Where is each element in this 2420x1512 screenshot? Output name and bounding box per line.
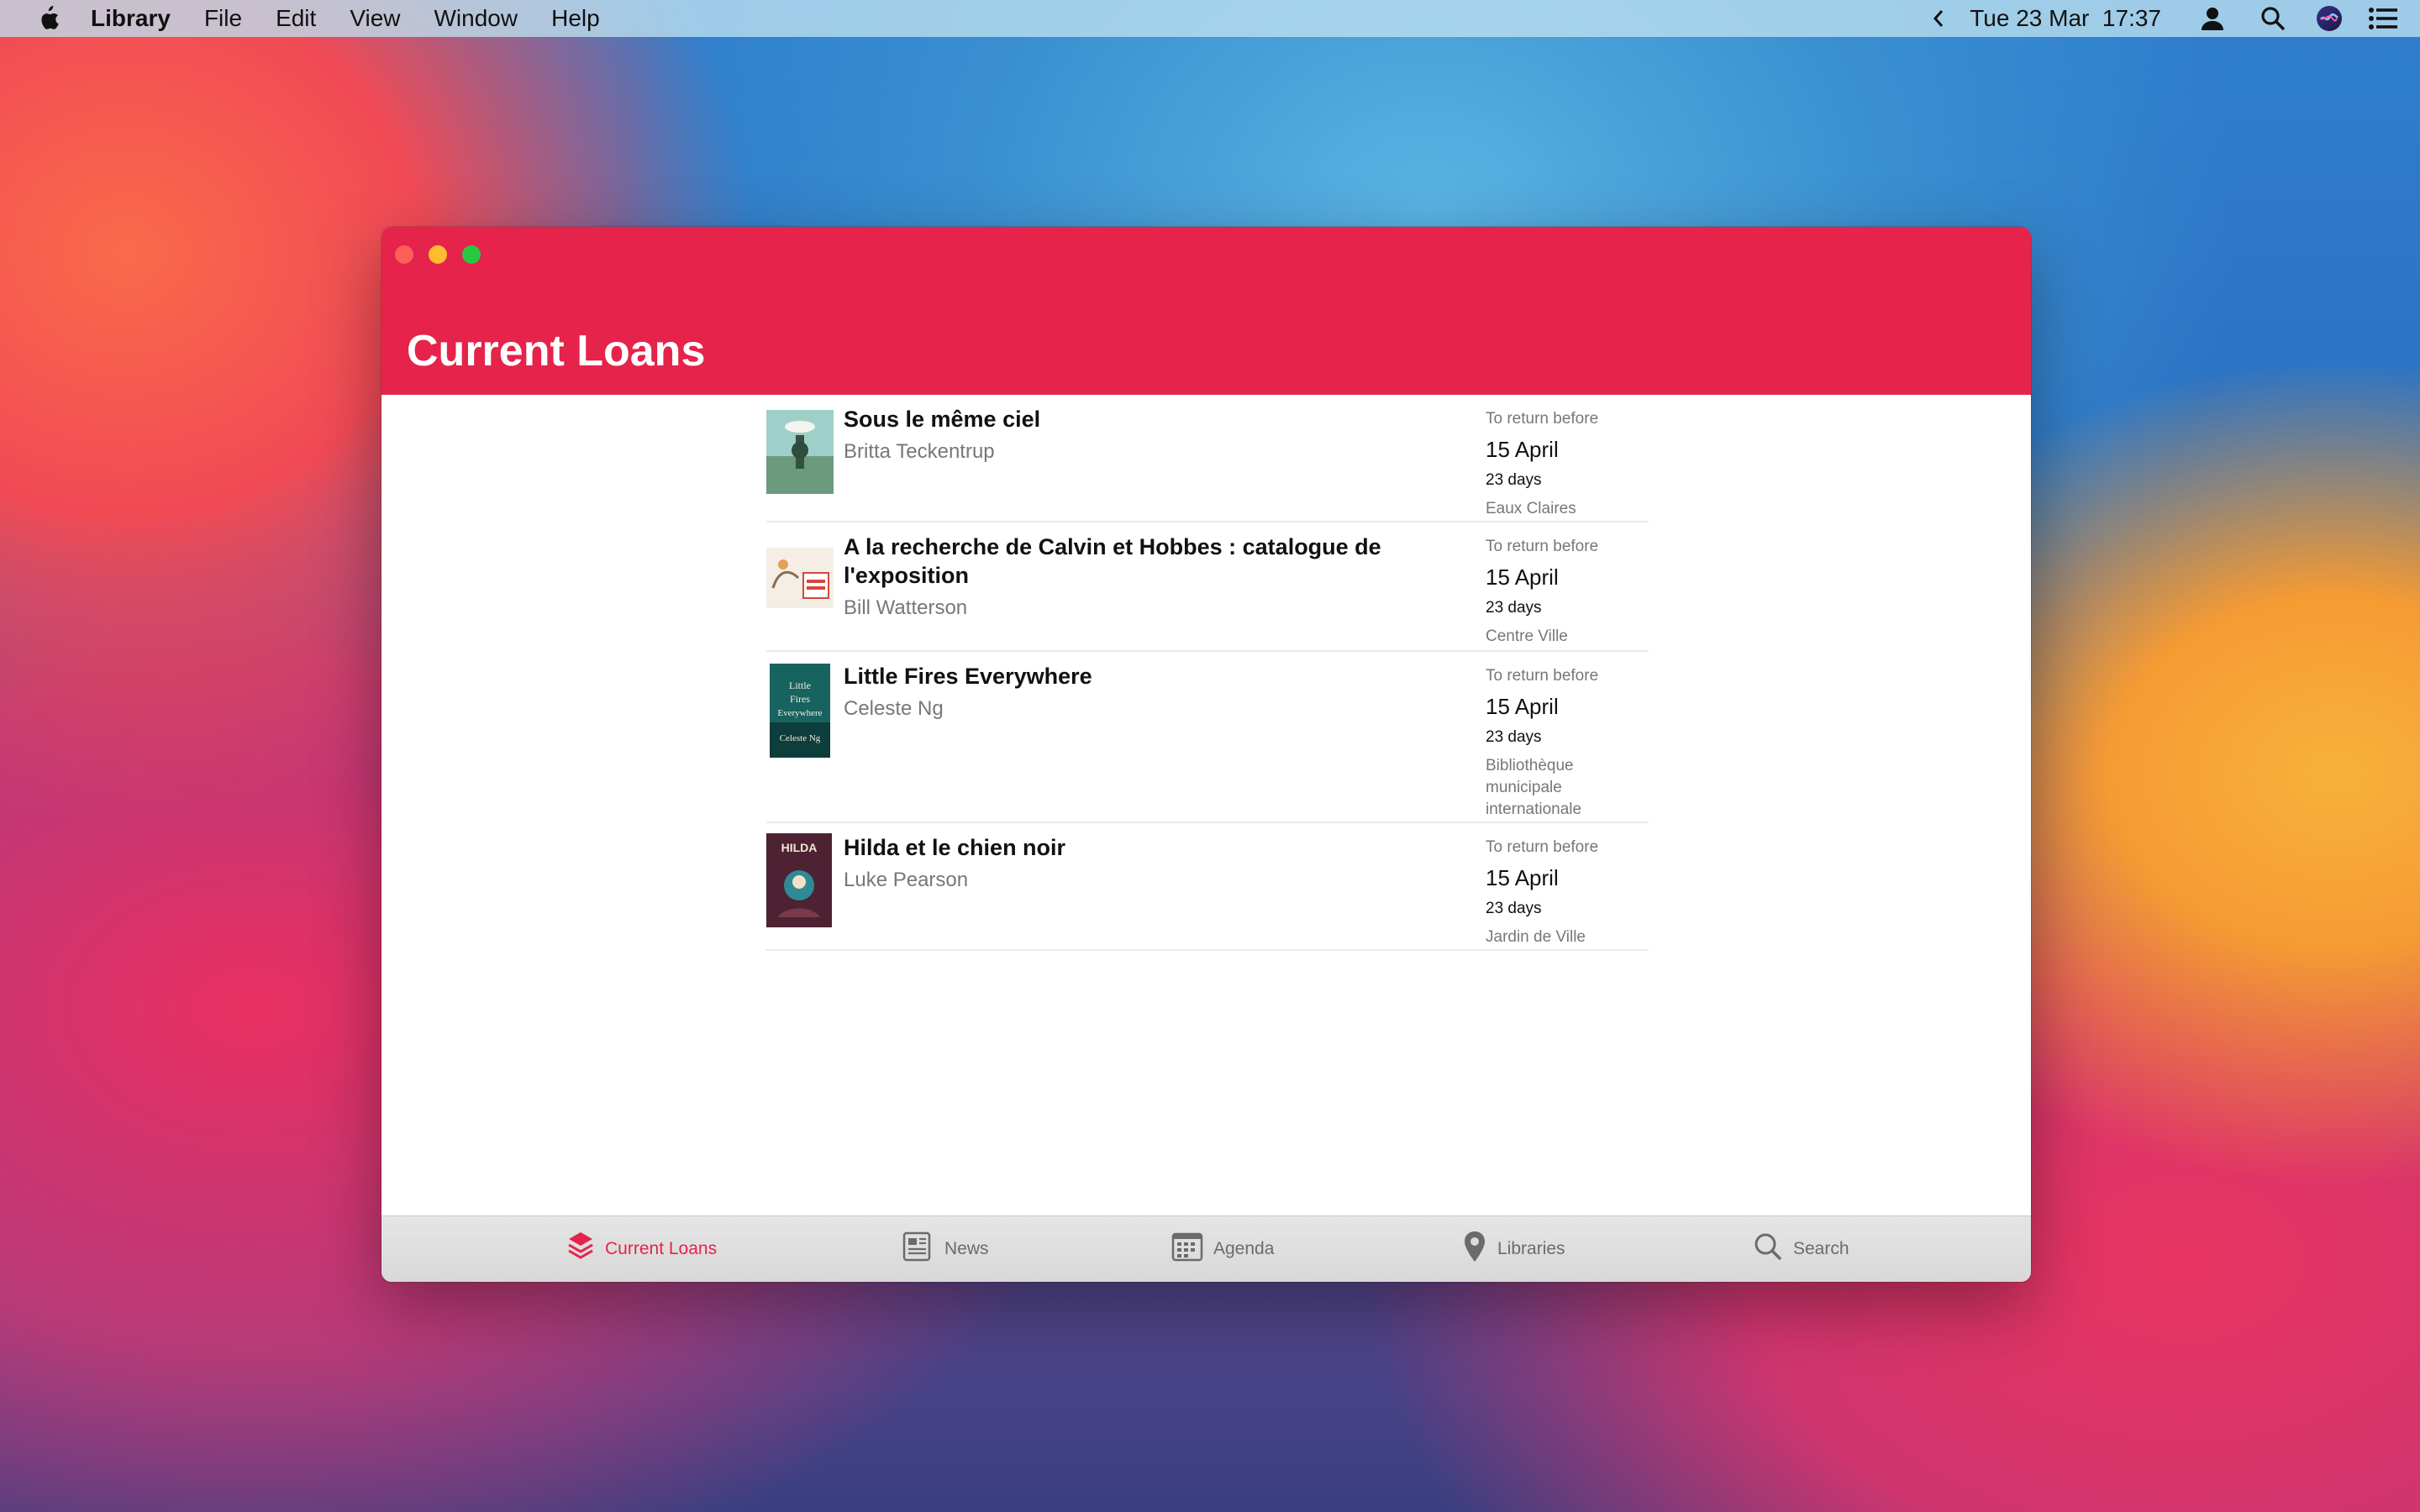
user-icon[interactable] (2200, 6, 2225, 31)
stack-icon (566, 1231, 605, 1268)
map-pin-icon (1462, 1230, 1497, 1268)
loan-item[interactable]: Sous le même ciel Britta Teckentrup To r… (766, 395, 1649, 522)
tab-label: Libraries (1497, 1239, 1565, 1258)
book-cover-image: HILDA (766, 833, 832, 927)
library-name: Centre Ville (1486, 627, 1568, 645)
loan-item[interactable]: Little Fires Everywhere Celeste Ng Little F… (766, 652, 1649, 823)
due-label: To return before (1486, 410, 1599, 428)
close-window-button[interactable] (395, 245, 413, 264)
svg-text:Everywhere: Everywhere (777, 708, 822, 718)
search-icon (1753, 1231, 1793, 1267)
loans-content: Sous le même ciel Britta Teckentrup To r… (381, 395, 2031, 1282)
loan-list: Sous le même ciel Britta Teckentrup To r… (766, 395, 1649, 951)
due-label: To return before (1486, 838, 1599, 856)
book-title: Sous le même ciel (844, 407, 1041, 432)
menu-clock[interactable]: Tue 23 Mar 17:37 (1970, 5, 2161, 32)
page-title: Current Loans (407, 327, 706, 375)
book-author: Celeste Ng (844, 697, 944, 720)
svg-text:Fires: Fires (790, 693, 810, 705)
control-center-icon[interactable] (2368, 7, 2398, 30)
days-remaining: 23 days (1486, 900, 1542, 917)
book-cover-image (766, 410, 834, 494)
book-cover-image: Little Fires Everywhere Celeste Ng (770, 664, 830, 758)
menu-app-name[interactable]: Library (91, 5, 171, 32)
chevron-left-icon[interactable] (1933, 8, 1944, 29)
menu-help[interactable]: Help (551, 5, 600, 32)
loan-item[interactable]: A la recherche de Calvin et Hobbes : cat… (766, 522, 1649, 652)
tab-current-loans[interactable]: Current Loans (566, 1216, 717, 1282)
due-label: To return before (1486, 667, 1599, 685)
library-name: Jardin de Ville (1486, 928, 1586, 946)
svg-text:HILDA: HILDA (781, 841, 818, 854)
days-remaining: 23 days (1486, 471, 1542, 489)
days-remaining: 23 days (1486, 728, 1542, 746)
newspaper-icon (902, 1231, 944, 1267)
tab-label: Current Loans (605, 1239, 718, 1258)
tab-label: News (944, 1239, 989, 1258)
library-name: Eaux Claires (1486, 500, 1576, 517)
book-author: Britta Teckentrup (844, 440, 995, 463)
due-date: 15 April (1486, 564, 1559, 590)
library-window: Current Loans Sous le même ciel Britta T… (381, 227, 2031, 1282)
book-title: Little Fires Everywhere (844, 664, 1092, 689)
due-date: 15 April (1486, 694, 1559, 719)
tab-label: Search (1793, 1239, 1849, 1258)
due-date: 15 April (1486, 437, 1559, 462)
days-remaining: 23 days (1486, 599, 1542, 617)
window-controls (395, 245, 496, 264)
tab-label: Agenda (1213, 1239, 1275, 1258)
menu-view[interactable]: View (350, 5, 400, 32)
book-title: Hilda et le chien noir (844, 835, 1066, 860)
book-cover-image (766, 548, 834, 608)
zoom-window-button[interactable] (462, 245, 481, 264)
book-author: Bill Watterson (844, 596, 968, 619)
apple-menu-icon[interactable] (34, 2, 62, 35)
menu-file[interactable]: File (204, 5, 242, 32)
title-bar: Current Loans (381, 227, 2031, 395)
siri-icon[interactable] (2316, 5, 2343, 32)
svg-text:Little: Little (789, 680, 811, 691)
library-name: Bibliothèque municipale internationale (1486, 757, 1582, 818)
svg-text:Celeste Ng: Celeste Ng (780, 733, 821, 743)
book-author: Luke Pearson (844, 869, 969, 891)
tab-bar: Current Loans News Agenda Libraries Sear… (381, 1215, 2031, 1282)
calendar-icon (1171, 1231, 1213, 1267)
tab-libraries[interactable]: Libraries (1462, 1216, 1565, 1282)
menu-edit[interactable]: Edit (276, 5, 316, 32)
book-title: A la recherche de Calvin et Hobbes : cat… (844, 534, 1381, 588)
minimize-window-button[interactable] (429, 245, 447, 264)
menu-bar: Library File Edit View Window Help Tue 2… (0, 0, 2420, 37)
tab-agenda[interactable]: Agenda (1171, 1216, 1274, 1282)
tab-news[interactable]: News (902, 1216, 989, 1282)
loan-item[interactable]: HILDA Hilda et le chien noir Luke Pearso… (766, 823, 1649, 951)
tab-search[interactable]: Search (1753, 1216, 1849, 1282)
spotlight-search-icon[interactable] (2260, 6, 2286, 31)
due-label: To return before (1486, 538, 1599, 555)
due-date: 15 April (1486, 865, 1559, 890)
menu-window[interactable]: Window (434, 5, 518, 32)
